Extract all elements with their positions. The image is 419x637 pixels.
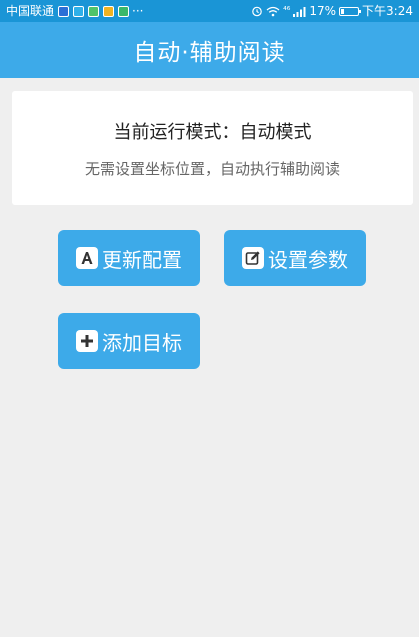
app-notification-icon [73,5,85,17]
mode-description-text: 无需设置坐标位置，自动执行辅助阅读 [84,160,340,178]
update-config-label: 更新配置 [102,247,182,272]
wifi-icon [266,6,280,16]
status-bar: 中国联通 ··· ⁴⁶ 17% 下午3:24 [0,0,419,22]
alarm-icon [252,6,262,17]
mode-info-card: 当前运行模式：自动模式 无需设置坐标位置，自动执行辅助阅读 [12,91,413,205]
current-mode-text: 当前运行模式：自动模式 [113,122,312,143]
carrier-name: 中国联通 [6,4,55,18]
battery-fill [341,8,345,14]
set-params-button[interactable]: 设置参数 [224,230,366,286]
app-header: 自动·辅助阅读 [0,22,419,78]
set-params-label: 设置参数 [268,247,348,272]
update-config-button[interactable]: 更新配置 [58,230,200,286]
add-target-label: 添加目标 [102,330,182,355]
status-right: ⁴⁶ 17% 下午3:24 [251,0,413,22]
wechat-notification-icon [118,5,130,17]
more-notifications-indicator: ··· [132,4,144,18]
battery-percent: 17% [309,4,337,18]
page-title: 自动·辅助阅读 [133,40,286,66]
font-a-icon [76,247,98,269]
clock-time: 下午3:24 [362,4,413,18]
network-type-label: ⁴⁶ [283,6,291,16]
status-left: 中国联通 ··· [6,0,143,22]
app-notification-icon [88,5,100,17]
edit-icon [242,247,264,269]
signal-icon [293,6,306,17]
add-target-button[interactable]: 添加目标 [58,313,200,369]
battery-icon [339,6,362,16]
app-notification-icon [103,5,115,17]
plus-icon [76,330,98,352]
facebook-notification-icon [58,5,70,17]
